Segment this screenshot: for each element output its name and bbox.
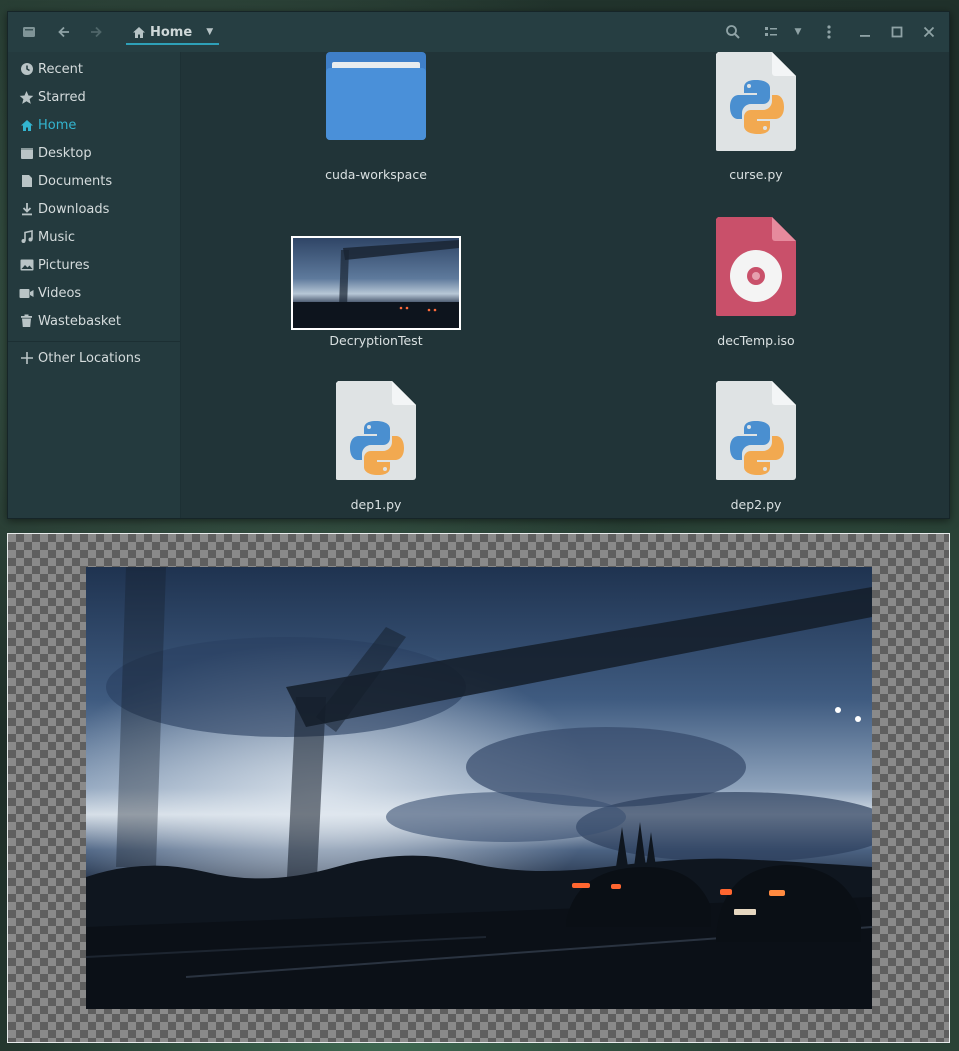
- minimize-icon: [860, 35, 870, 37]
- header-bar: Home ▼ ▼: [8, 12, 949, 53]
- trash-icon: [19, 314, 34, 329]
- maximize-icon: [891, 26, 903, 38]
- search-icon: [726, 25, 740, 39]
- sidebar-item-recent[interactable]: Recent: [19, 58, 83, 80]
- sidebar-item-label: Videos: [38, 285, 82, 301]
- sidebar-item-label: Desktop: [38, 145, 92, 161]
- file-item-decryptiontest[interactable]: DecryptionTest: [281, 232, 471, 352]
- maximize-button[interactable]: [885, 20, 909, 44]
- clock-icon: [19, 62, 34, 77]
- file-item-dectemp-iso[interactable]: decTemp.iso: [661, 217, 851, 352]
- sidebar-item-label: Music: [38, 229, 75, 245]
- view-options-button[interactable]: ▼: [786, 20, 810, 44]
- desktop-icon: [19, 146, 34, 161]
- sidebar-item-music[interactable]: Music: [19, 226, 75, 248]
- more-vertical-icon: [827, 25, 831, 39]
- sidebar-item-starred[interactable]: Starred: [19, 86, 86, 108]
- sidebar-item-wastebasket[interactable]: Wastebasket: [19, 310, 121, 332]
- sidebar-item-downloads[interactable]: Downloads: [19, 198, 109, 220]
- plus-icon: [19, 351, 34, 366]
- sidebar-item-label: Other Locations: [38, 350, 141, 366]
- sidebar-item-label: Documents: [38, 173, 113, 189]
- file-name: decTemp.iso: [717, 333, 795, 348]
- disc-image-icon: [716, 217, 796, 316]
- image-thumbnail: [291, 236, 461, 330]
- video-icon: [19, 286, 34, 301]
- music-icon: [19, 230, 34, 245]
- picture-icon: [19, 258, 34, 273]
- file-name: curse.py: [729, 167, 783, 182]
- sidebar-item-label: Recent: [38, 61, 83, 77]
- sidebar-item-label: Starred: [38, 89, 86, 105]
- file-item-dep2-py[interactable]: dep2.py: [661, 381, 851, 516]
- home-icon: [133, 26, 145, 38]
- folder-icon: [326, 52, 426, 140]
- sidebar-item-videos[interactable]: Videos: [19, 282, 81, 304]
- file-name: dep2.py: [730, 497, 782, 512]
- photo-preview: [86, 567, 872, 1009]
- drive-icon[interactable]: [17, 20, 41, 44]
- close-icon: [923, 26, 935, 38]
- sidebar-item-label: Home: [38, 117, 77, 133]
- sidebar-item-label: Downloads: [38, 201, 110, 217]
- home-icon: [19, 118, 34, 133]
- file-item-curse-py[interactable]: curse.py: [661, 52, 851, 182]
- download-icon: [19, 202, 34, 217]
- breadcrumb-label: Home: [150, 24, 193, 40]
- sidebar: Recent Starred Home Desktop Documents Do…: [8, 52, 181, 518]
- python-file-icon: [716, 52, 796, 151]
- file-name: cuda-workspace: [325, 167, 427, 182]
- breadcrumb-home[interactable]: Home ▼: [126, 21, 220, 45]
- file-manager-window: Home ▼ ▼ Recent Starred Home Desktop Doc…: [7, 11, 950, 519]
- search-button[interactable]: [721, 20, 745, 44]
- sidebar-item-label: Pictures: [38, 257, 90, 273]
- menu-button[interactable]: [817, 20, 841, 44]
- sidebar-item-home[interactable]: Home: [19, 114, 76, 136]
- forward-button[interactable]: [84, 20, 108, 44]
- file-item-cuda-workspace[interactable]: cuda-workspace: [281, 52, 471, 182]
- file-item-dep1-py[interactable]: dep1.py: [281, 381, 471, 516]
- python-file-icon: [716, 381, 796, 480]
- file-grid: cuda-workspace curse.py DecryptionTest d…: [181, 52, 949, 518]
- sidebar-divider: [8, 341, 180, 342]
- back-button[interactable]: [52, 20, 76, 44]
- image-viewer-canvas[interactable]: [7, 533, 950, 1043]
- close-button[interactable]: [917, 20, 941, 44]
- list-view-icon: [765, 27, 777, 36]
- sidebar-item-desktop[interactable]: Desktop: [19, 142, 92, 164]
- sidebar-item-other-locations[interactable]: Other Locations: [19, 347, 141, 369]
- chevron-down-icon: ▼: [206, 27, 214, 37]
- file-name: DecryptionTest: [329, 333, 423, 348]
- view-list-button[interactable]: [759, 20, 783, 44]
- python-file-icon: [336, 381, 416, 480]
- document-icon: [19, 174, 34, 189]
- star-icon: [19, 90, 34, 105]
- sidebar-item-documents[interactable]: Documents: [19, 170, 112, 192]
- minimize-button[interactable]: [853, 20, 877, 44]
- file-name: dep1.py: [350, 497, 402, 512]
- sidebar-item-pictures[interactable]: Pictures: [19, 254, 89, 276]
- sidebar-item-label: Wastebasket: [38, 313, 122, 329]
